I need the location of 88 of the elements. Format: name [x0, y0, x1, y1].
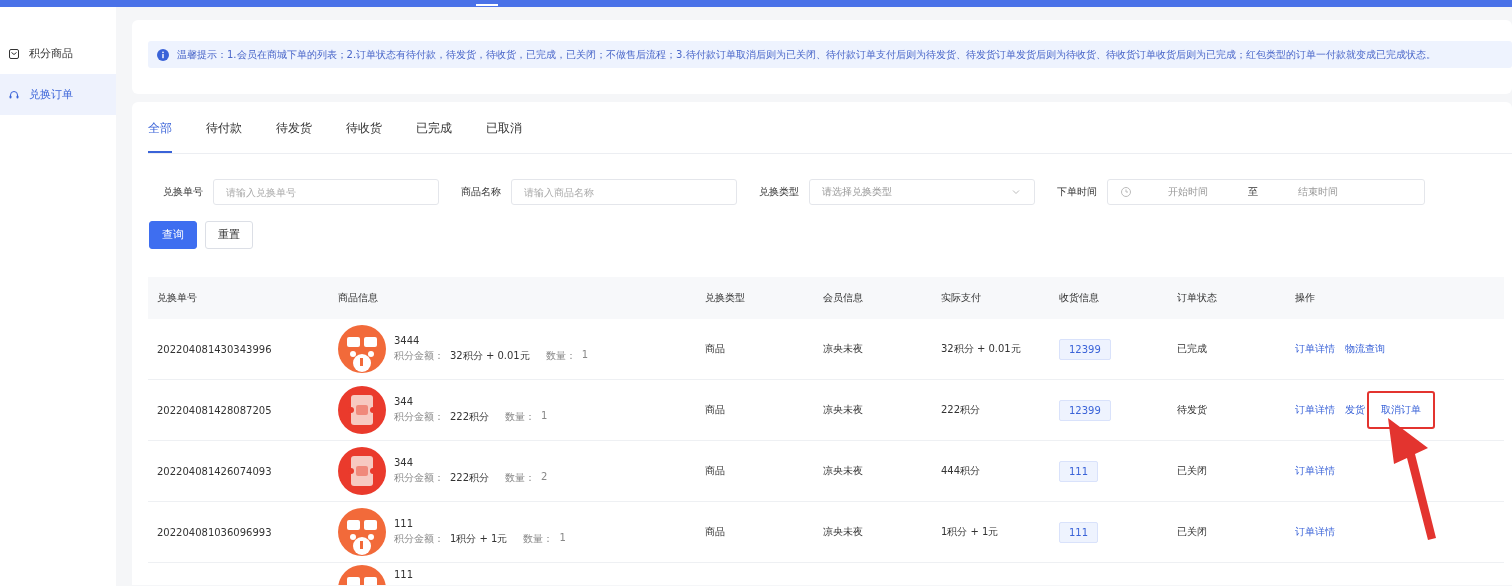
column-header: 商品信息 [338, 292, 378, 303]
table-cell: 32积分 + 0.01元 [941, 343, 1021, 354]
tab[interactable]: 待付款 [206, 120, 242, 153]
input-field[interactable]: 请输入商品名称 [511, 179, 737, 205]
receiver-tag: 12399 [1059, 399, 1111, 421]
points-amount: 32积分 + 0.01元 [450, 349, 530, 363]
input-field[interactable]: 请输入兑换单号 [213, 179, 439, 205]
product-name: 111 [394, 518, 415, 529]
table-cell: 商品 [705, 526, 725, 537]
select-field[interactable]: 请选择兑换类型 [809, 179, 1035, 205]
table-cell: 444积分 [941, 465, 981, 476]
table-cell: 1积分 + 1元 [941, 526, 999, 537]
order-status: 已关闭 [1177, 465, 1207, 476]
points-amount: 222积分 [450, 410, 490, 424]
quantity: 1 [559, 532, 566, 545]
field-label: 积分金额： [394, 410, 444, 424]
quantity: 1 [581, 349, 589, 362]
points-amount: 222积分 [450, 471, 490, 485]
receiver-tag: 111 [1059, 460, 1099, 482]
column-header: 会员信息 [823, 292, 863, 303]
column-header: 兑换类型 [705, 292, 745, 303]
column-header: 收货信息 [1059, 292, 1099, 303]
action-link[interactable]: 订单详情 [1295, 464, 1335, 478]
action-link[interactable]: 订单详情 [1295, 342, 1335, 356]
mail-icon [8, 47, 20, 60]
column-header: 实际支付 [941, 292, 981, 303]
table-cell: 商品 [705, 465, 725, 476]
clock-icon [1120, 186, 1132, 198]
table-cell: 凉央未夜 [823, 465, 863, 476]
reset-button[interactable]: 重置 [205, 221, 253, 249]
field-label: 兑换单号 [163, 185, 203, 199]
action-link[interactable]: 订单详情 [1295, 403, 1335, 417]
table-cell: 202204081426074093 [157, 465, 272, 477]
select-placeholder: 请选择兑换类型 [822, 185, 892, 199]
order-status: 已关闭 [1177, 526, 1207, 537]
column-header: 操作 [1295, 292, 1315, 303]
field-label: 兑换类型 [759, 185, 799, 199]
action-link[interactable]: 取消订单 [1367, 391, 1435, 429]
search-button[interactable]: 查询 [149, 221, 197, 249]
field-label: 积分金额： [394, 471, 444, 485]
table-cell: 凉央未夜 [823, 526, 863, 537]
receiver-tag: 111 [1059, 521, 1099, 543]
points-amount: 1积分 + 1元 [450, 532, 508, 546]
action-link[interactable]: 订单详情 [1295, 525, 1335, 539]
product-name: 111 [394, 569, 414, 580]
field-label: 数量： [523, 532, 554, 546]
table-cell: 商品 [705, 404, 725, 415]
range-separator: 至 [1248, 185, 1258, 199]
field-label: 数量： [505, 410, 536, 424]
start-date-placeholder: 开始时间 [1168, 185, 1208, 199]
field-label: 数量： [505, 471, 536, 485]
table-cell: 202204081428087205 [157, 404, 272, 416]
quantity: 2 [541, 471, 548, 484]
info-icon [157, 48, 169, 61]
field-label: 商品名称 [461, 185, 501, 199]
tab[interactable]: 已完成 [416, 120, 452, 153]
column-header: 兑换单号 [157, 292, 197, 303]
field-label: 下单时间 [1057, 185, 1097, 199]
date-range-field[interactable]: 开始时间 至 结束时间 [1107, 179, 1425, 205]
end-date-placeholder: 结束时间 [1298, 185, 1338, 199]
tab[interactable]: 全部 [148, 120, 172, 153]
quantity: 1 [541, 410, 548, 423]
product-name: 344 [394, 457, 415, 468]
field-label: 积分金额： [394, 532, 444, 546]
field-label: 数量： [545, 349, 576, 363]
column-header: 订单状态 [1177, 292, 1217, 303]
action-link[interactable]: 物流查询 [1345, 342, 1385, 356]
action-link[interactable]: 发货 [1345, 403, 1365, 417]
product-name: 344 [394, 396, 415, 407]
order-status: 已完成 [1177, 343, 1207, 354]
field-label: 积分金额： [394, 349, 444, 363]
notice-text: 温馨提示：1.会员在商城下单的列表；2.订单状态有待付款，待发货，待收货，已完成，已关闭；不做售后流程；3.待付款订单取消后则为已关闭、待付款订单支付后则为待发货、待发货订单发货后则为待收货、待收货订单收货后则为已完成；红包类型的订单一付款就变成已完成状态。 [177, 47, 1436, 62]
headset-icon [8, 88, 20, 101]
tab[interactable]: 待发货 [276, 120, 312, 153]
table-cell: 202204081430343996 [157, 343, 272, 355]
tab-indicator [476, 4, 498, 6]
sidebar-item[interactable]: 兑换订单 [0, 74, 116, 115]
table-cell: 222积分 [941, 404, 981, 415]
table-cell: 202204081036096993 [157, 526, 272, 538]
tab[interactable]: 已取消 [486, 120, 522, 153]
table-cell: 凉央未夜 [823, 343, 863, 354]
product-name: 3444 [394, 335, 421, 346]
table-cell: 凉央未夜 [823, 404, 863, 415]
tab[interactable]: 待收货 [346, 120, 382, 153]
order-status: 待发货 [1177, 404, 1207, 415]
table-cell: 商品 [705, 343, 725, 354]
receiver-tag: 12399 [1059, 338, 1111, 360]
sidebar-item[interactable]: 积分商品 [0, 33, 116, 74]
